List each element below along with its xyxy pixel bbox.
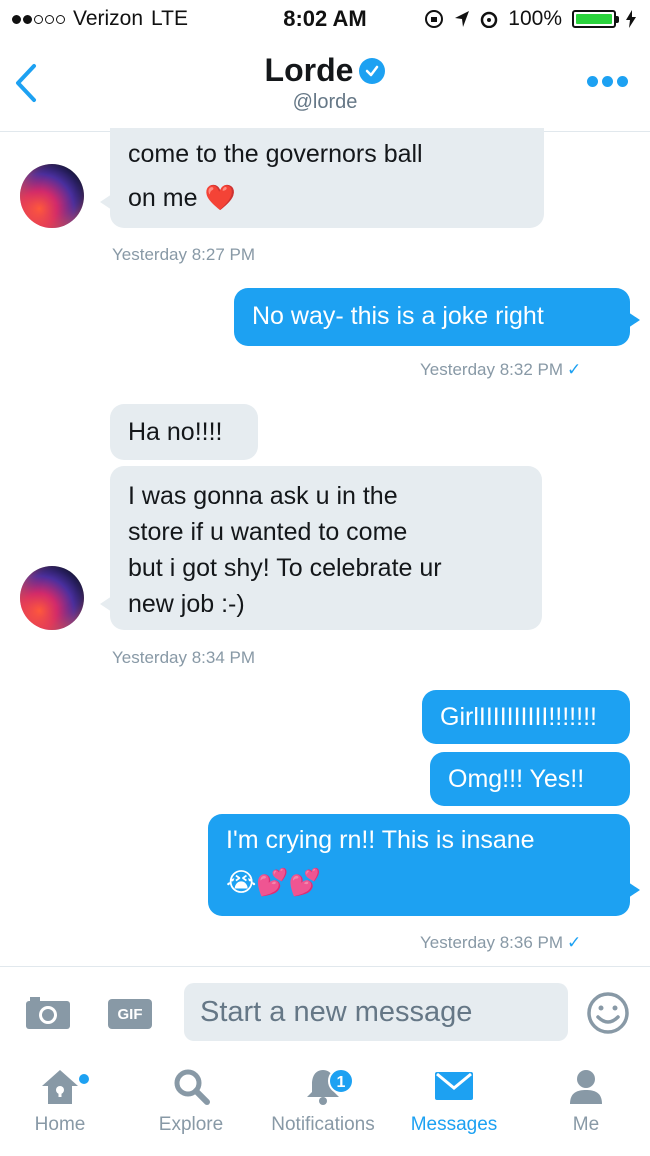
message-timestamp: Yesterday 8:32 PM ✓ bbox=[420, 360, 582, 379]
tab-label: Home bbox=[34, 1114, 86, 1135]
status-right: 100% bbox=[424, 7, 636, 31]
message-timestamp: Yesterday 8:34 PM bbox=[112, 648, 256, 667]
contact-avatar[interactable] bbox=[20, 566, 84, 630]
envelope-icon bbox=[435, 1072, 473, 1100]
verified-badge-icon bbox=[359, 57, 386, 84]
read-check-icon: ✓ bbox=[567, 360, 582, 379]
compose-bar: GIF bbox=[0, 966, 650, 1058]
tab-home[interactable]: Home bbox=[0, 1064, 125, 1136]
contact-handle: @lorde bbox=[292, 91, 358, 113]
more-options-icon[interactable] bbox=[587, 76, 628, 87]
contact-name: Lorde bbox=[264, 52, 354, 88]
notification-count-badge: 1 bbox=[328, 1068, 354, 1094]
incoming-message[interactable]: I was gonna ask u in the store if u want… bbox=[100, 466, 542, 630]
message-text-line: I was gonna ask u in the bbox=[128, 482, 398, 510]
heart-emoji: ❤️ bbox=[204, 184, 236, 212]
tab-label: Explore bbox=[158, 1114, 224, 1135]
contact-avatar[interactable] bbox=[20, 164, 84, 228]
location-icon bbox=[455, 11, 470, 27]
tab-me[interactable]: Me bbox=[521, 1064, 650, 1136]
message-text: I'm crying rn!! This is insane bbox=[226, 826, 535, 854]
alarm-icon bbox=[481, 11, 498, 28]
message-text-line: new job :-) bbox=[128, 590, 245, 618]
message-text-line: but i got shy! To celebrate ur bbox=[128, 554, 442, 582]
tab-label: Me bbox=[572, 1114, 600, 1135]
message-text: GirlIIIIIIIIII!!!!!!! bbox=[440, 703, 597, 731]
tab-explore[interactable]: Explore bbox=[126, 1064, 256, 1136]
tab-messages[interactable]: Messages bbox=[389, 1064, 519, 1136]
outgoing-message[interactable]: I'm crying rn!! This is insane 😭💕💕 bbox=[208, 814, 640, 916]
conversation-title[interactable]: Lorde @lorde bbox=[0, 52, 650, 114]
emoji-smiley-icon[interactable] bbox=[586, 991, 630, 1035]
incoming-message[interactable]: Ha no!!!! bbox=[110, 404, 258, 460]
outgoing-message[interactable]: Omg!!! Yes!! bbox=[430, 752, 630, 806]
tab-bar: Home Explore 1 Notifications Messages Me bbox=[0, 1058, 650, 1156]
outgoing-message[interactable]: GirlIIIIIIIIII!!!!!!! bbox=[422, 690, 630, 744]
new-content-dot bbox=[79, 1074, 89, 1084]
tab-notifications[interactable]: 1 Notifications bbox=[258, 1064, 388, 1136]
battery-percent: 100% bbox=[508, 7, 562, 30]
outgoing-message[interactable]: No way- this is a joke right bbox=[234, 288, 640, 346]
tab-label: Notifications bbox=[271, 1114, 375, 1135]
camera-icon[interactable] bbox=[24, 995, 72, 1031]
message-text: come to the governors ball bbox=[128, 140, 423, 168]
message-input[interactable] bbox=[184, 983, 568, 1041]
message-text: No way- this is a joke right bbox=[252, 302, 544, 330]
read-check-icon: ✓ bbox=[567, 933, 582, 952]
message-timestamp: Yesterday 8:36 PM ✓ bbox=[420, 933, 582, 952]
message-timestamp: Yesterday 8:27 PM bbox=[112, 245, 256, 264]
message-text: Omg!!! Yes!! bbox=[448, 765, 585, 793]
status-bar: Verizon LTE 8:02 AM 100% bbox=[0, 0, 650, 40]
crying-hearts-emoji: 😭💕💕 bbox=[226, 867, 322, 897]
battery-icon bbox=[572, 10, 619, 28]
message-text: Ha no!!!! bbox=[128, 418, 223, 446]
conversation-header: Lorde @lorde bbox=[0, 40, 650, 132]
lock-rotation-icon bbox=[425, 10, 444, 28]
message-text-line: on me ❤️ bbox=[128, 184, 236, 212]
home-icon bbox=[42, 1070, 78, 1104]
tab-label: Messages bbox=[410, 1114, 498, 1135]
charging-icon bbox=[626, 10, 636, 28]
gif-button[interactable]: GIF bbox=[108, 999, 152, 1029]
search-icon bbox=[174, 1069, 210, 1105]
message-text-line: store if u wanted to come bbox=[128, 518, 408, 546]
incoming-message[interactable]: come to the governors ball on me ❤️ bbox=[100, 128, 544, 228]
profile-icon bbox=[570, 1070, 602, 1104]
